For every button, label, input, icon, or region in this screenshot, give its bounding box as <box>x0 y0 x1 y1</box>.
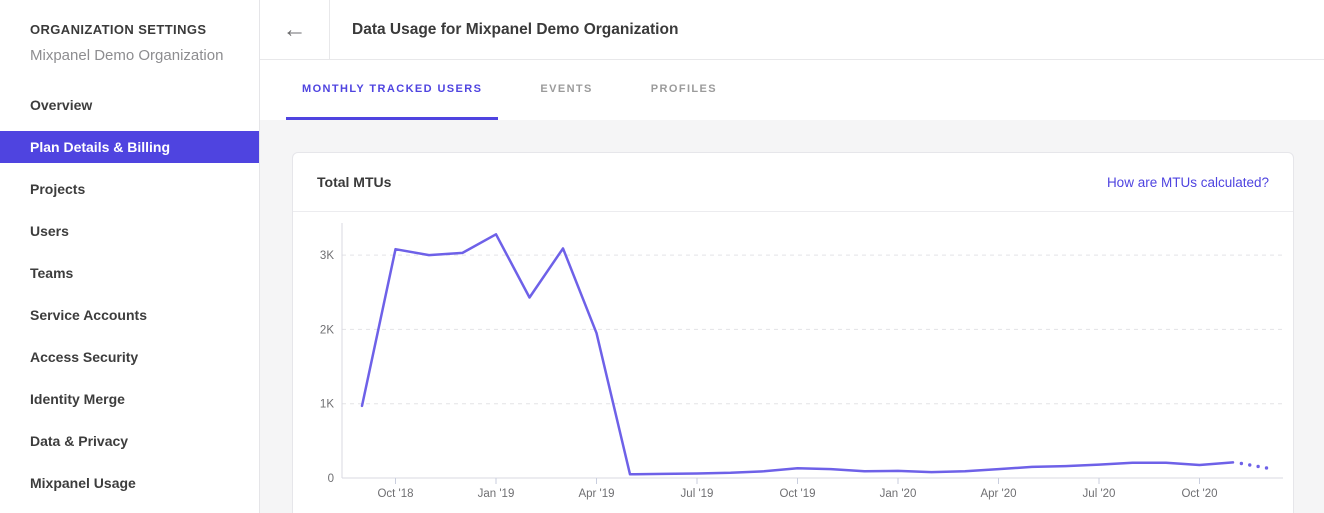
svg-text:0: 0 <box>328 473 334 485</box>
sidebar-item-users[interactable]: Users <box>0 215 259 247</box>
mtu-help-link[interactable]: How are MTUs calculated? <box>1107 175 1269 190</box>
svg-text:Jan '19: Jan '19 <box>478 488 515 500</box>
svg-text:Jan '20: Jan '20 <box>880 488 917 500</box>
chart-area: 0 1K 2K 3K Oct '18 Jan '19 Apr '19 Jul '19 Oct '… <box>293 212 1293 513</box>
svg-text:Oct '20: Oct '20 <box>1181 488 1217 500</box>
app-root: ORGANIZATION SETTINGS Mixpanel Demo Orga… <box>0 0 1324 513</box>
sidebar-item-identity-merge[interactable]: Identity Merge <box>0 383 259 415</box>
sidebar-item-projects[interactable]: Projects <box>0 173 259 205</box>
tab-profiles[interactable]: PROFILES <box>635 60 733 120</box>
tab-events[interactable]: EVENTS <box>524 60 608 120</box>
sidebar-item-overview[interactable]: Overview <box>0 89 259 121</box>
sidebar-section-title: ORGANIZATION SETTINGS <box>0 22 259 37</box>
sidebar-item-teams[interactable]: Teams <box>0 257 259 289</box>
svg-text:Jul '19: Jul '19 <box>681 488 714 500</box>
sidebar-nav: Overview Plan Details & Billing Projects… <box>0 89 259 499</box>
sidebar-item-access-security[interactable]: Access Security <box>0 341 259 373</box>
page-header: ← Data Usage for Mixpanel Demo Organizat… <box>260 0 1324 60</box>
svg-text:Apr '19: Apr '19 <box>578 488 614 500</box>
sidebar-item-mixpanel-usage[interactable]: Mixpanel Usage <box>0 467 259 499</box>
tab-bar: MONTHLY TRACKED USERS EVENTS PROFILES <box>260 60 1324 120</box>
tab-monthly-tracked-users[interactable]: MONTHLY TRACKED USERS <box>286 60 498 120</box>
card-title: Total MTUs <box>317 174 391 190</box>
back-button[interactable]: ← <box>260 0 330 59</box>
svg-text:2K: 2K <box>320 324 334 336</box>
svg-text:3K: 3K <box>320 250 334 262</box>
svg-text:Jul '20: Jul '20 <box>1083 488 1116 500</box>
svg-text:1K: 1K <box>320 399 334 411</box>
page-title: Data Usage for Mixpanel Demo Organizatio… <box>330 21 678 39</box>
svg-text:Oct '19: Oct '19 <box>779 488 815 500</box>
card-header: Total MTUs How are MTUs calculated? <box>293 153 1293 212</box>
svg-text:Apr '20: Apr '20 <box>980 488 1016 500</box>
sidebar: ORGANIZATION SETTINGS Mixpanel Demo Orga… <box>0 0 260 513</box>
mtu-line-chart: 0 1K 2K 3K Oct '18 Jan '19 Apr '19 Jul '19 Oct '… <box>293 212 1293 513</box>
mtu-card: Total MTUs How are MTUs calculated? 0 1K 2… <box>292 152 1294 513</box>
sidebar-org-name: Mixpanel Demo Organization <box>0 47 259 64</box>
sidebar-item-service-accounts[interactable]: Service Accounts <box>0 299 259 331</box>
sidebar-item-data-privacy[interactable]: Data & Privacy <box>0 425 259 457</box>
content-area: Total MTUs How are MTUs calculated? 0 1K 2… <box>260 120 1324 513</box>
main-panel: ← Data Usage for Mixpanel Demo Organizat… <box>260 0 1324 513</box>
back-arrow-icon: ← <box>283 18 307 42</box>
sidebar-item-plan-details-billing[interactable]: Plan Details & Billing <box>0 131 259 163</box>
svg-text:Oct '18: Oct '18 <box>377 488 413 500</box>
